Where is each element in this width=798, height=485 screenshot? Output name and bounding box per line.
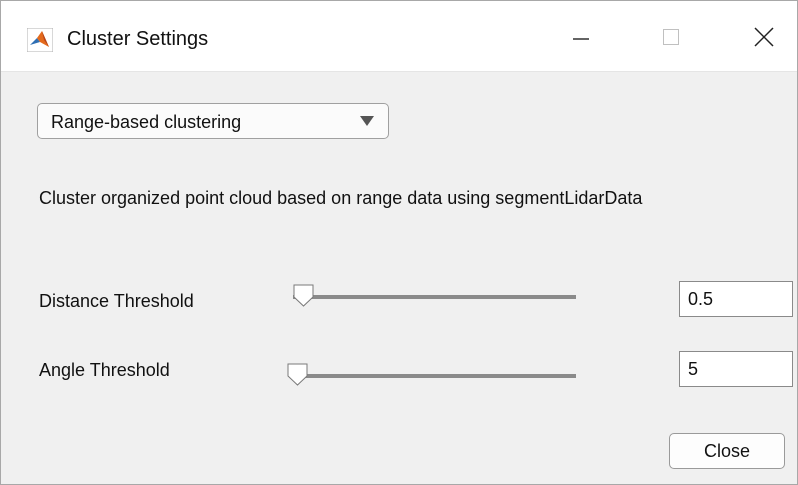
close-icon bbox=[754, 27, 774, 47]
angle-threshold-slider[interactable] bbox=[285, 361, 585, 391]
matlab-logo-icon bbox=[27, 28, 53, 52]
distance-threshold-label: Distance Threshold bbox=[39, 291, 194, 311]
close-window-button[interactable] bbox=[736, 15, 792, 59]
window-title: Cluster Settings bbox=[67, 28, 209, 50]
distance-threshold-input[interactable]: 0.5 bbox=[679, 281, 793, 317]
minimize-button[interactable] bbox=[553, 15, 609, 59]
cluster-settings-window: Cluster Settings Range-based clustering … bbox=[0, 0, 798, 485]
dropdown-selected-value: Range-based clustering bbox=[51, 112, 242, 132]
slider-track bbox=[293, 374, 576, 378]
slider-track bbox=[293, 295, 576, 299]
maximize-button[interactable] bbox=[643, 15, 699, 59]
clustering-method-dropdown[interactable]: Range-based clustering bbox=[37, 103, 389, 139]
title-bar: Cluster Settings bbox=[1, 1, 797, 72]
distance-threshold-slider[interactable] bbox=[285, 282, 585, 312]
method-description: Cluster organized point cloud based on r… bbox=[39, 188, 643, 208]
angle-threshold-label: Angle Threshold bbox=[39, 360, 170, 380]
angle-threshold-input[interactable]: 5 bbox=[679, 351, 793, 387]
slider-thumb[interactable] bbox=[287, 363, 308, 386]
dropdown-arrow-icon bbox=[360, 116, 374, 126]
maximize-icon bbox=[663, 29, 679, 45]
minimize-icon bbox=[573, 38, 589, 40]
slider-thumb[interactable] bbox=[293, 284, 314, 307]
close-button[interactable]: Close bbox=[669, 433, 785, 469]
